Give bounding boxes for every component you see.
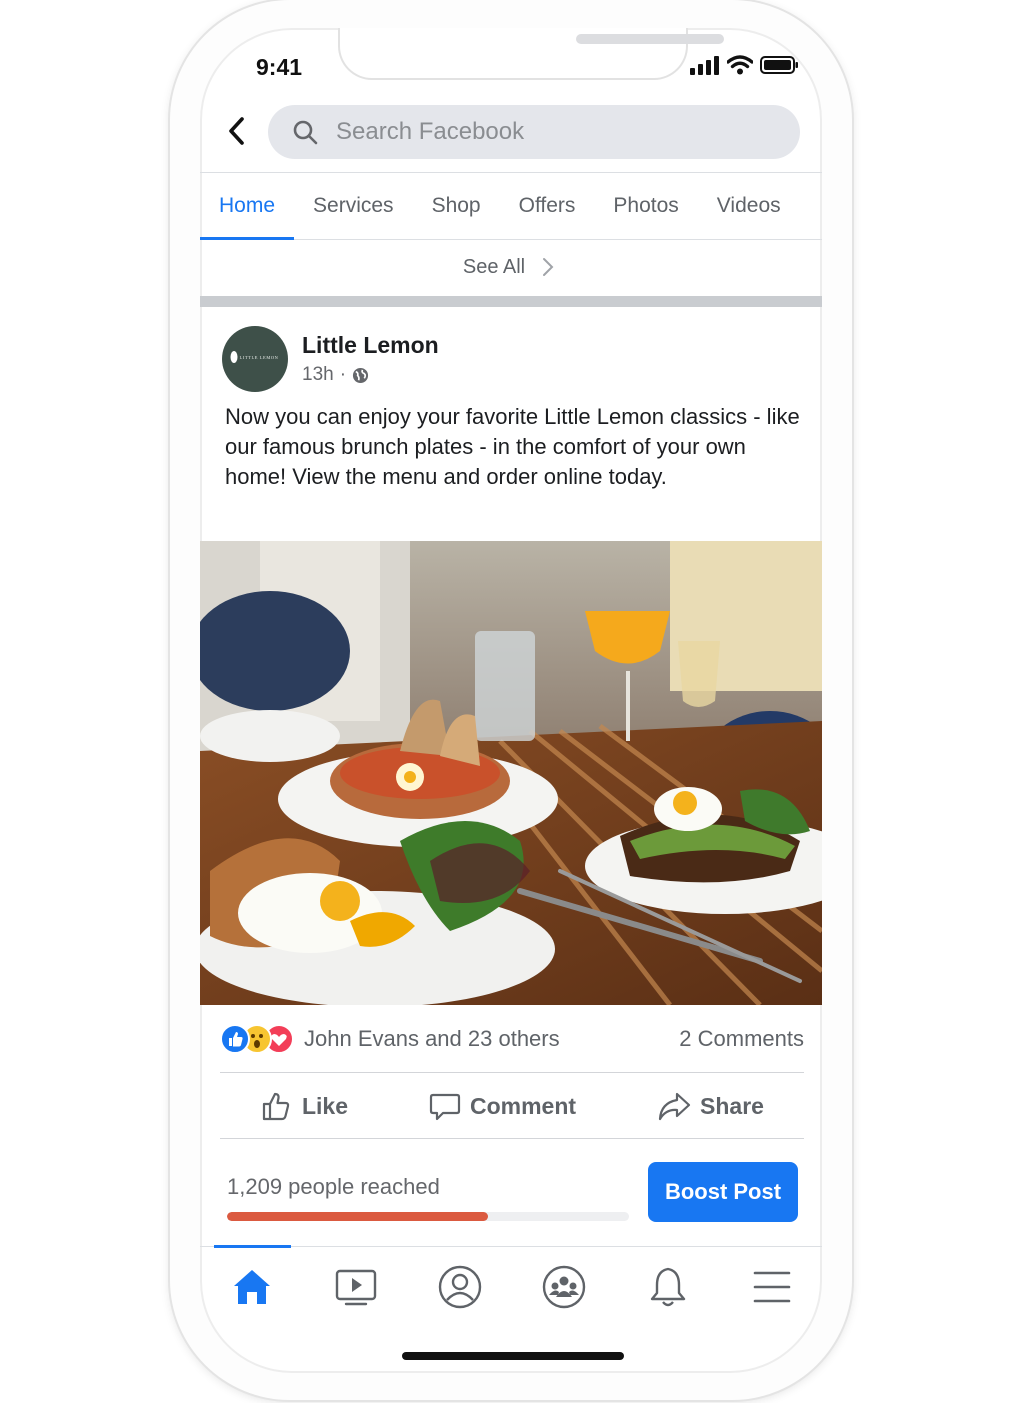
back-chevron-icon[interactable] (222, 116, 252, 146)
active-tab-indicator (214, 1245, 291, 1248)
see-all-label: See All (462, 255, 526, 278)
home-indicator (402, 1352, 624, 1360)
nav-watch[interactable] (326, 1261, 386, 1313)
status-icons (690, 55, 800, 75)
profile-icon (438, 1265, 482, 1309)
phone-screen: 9:41 Home Services Shop Off (200, 28, 822, 1373)
nav-profile[interactable] (430, 1261, 490, 1313)
notch (338, 28, 724, 80)
home-icon (234, 1270, 270, 1304)
comment-bubble-icon (429, 1093, 461, 1121)
watch-icon (335, 1269, 377, 1306)
share-label: Share (700, 1092, 764, 1119)
divider (220, 1138, 804, 1139)
tab-services[interactable]: Services (294, 173, 413, 239)
reach-progress-fill (227, 1212, 489, 1221)
like-button[interactable]: Like (260, 1089, 348, 1123)
post-text: Now you can enjoy your favorite Little L… (225, 404, 800, 489)
boost-post-button[interactable]: Boost Post (648, 1162, 798, 1222)
see-all-link[interactable]: See All (200, 239, 822, 295)
post-time: 13h (302, 364, 334, 385)
share-arrow-icon (658, 1092, 691, 1121)
signal-icon (690, 56, 719, 75)
groups-icon (542, 1265, 586, 1309)
comment-label: Comment (470, 1092, 577, 1119)
reaction-names: John Evans and 23 others (304, 1026, 560, 1051)
thumbs-up-icon (262, 1092, 290, 1121)
wifi-icon (727, 55, 753, 75)
post-meta: 13h · (302, 364, 369, 386)
search-bar[interactable] (268, 105, 800, 159)
status-time: 9:41 (256, 54, 303, 80)
brunch-photo (200, 541, 822, 1005)
nav-notifications[interactable] (638, 1261, 698, 1313)
logo-text: LITTLE LEMON (240, 355, 279, 360)
comments-count[interactable]: 2 Comments (679, 1026, 804, 1052)
people-reached: 1,209 people reached (227, 1174, 440, 1199)
chevron-right-icon (543, 258, 554, 276)
post-photo[interactable] (200, 541, 822, 1005)
reactions-summary[interactable]: John Evans and 23 others (220, 1024, 560, 1054)
speaker (576, 34, 724, 44)
post-actions: Like Comment Share (220, 1074, 804, 1138)
page-name[interactable]: Little Lemon (302, 332, 439, 359)
share-button[interactable]: Share (656, 1089, 764, 1123)
meta-separator: · (339, 364, 347, 385)
little-lemon-logo: LITTLE LEMON (230, 351, 279, 363)
tab-shop[interactable]: Shop (413, 173, 500, 239)
page-tabs: Home Services Shop Offers Photos Videos (200, 172, 822, 240)
tab-photos[interactable]: Photos (594, 173, 697, 239)
nav-menu[interactable] (742, 1261, 802, 1313)
tab-home[interactable]: Home (200, 173, 295, 240)
section-divider (200, 296, 822, 307)
reach-progress-bar (227, 1212, 629, 1221)
divider (220, 1072, 804, 1073)
search-icon (293, 120, 318, 145)
bottom-nav (200, 1245, 822, 1327)
battery-icon (760, 56, 798, 74)
comment-button[interactable]: Comment (428, 1089, 576, 1123)
page-avatar[interactable]: LITTLE LEMON (222, 326, 288, 392)
globe-icon (352, 367, 369, 383)
like-reaction-icon (220, 1024, 250, 1054)
notifications-icon (650, 1267, 686, 1307)
search-input[interactable] (334, 117, 738, 147)
like-label: Like (301, 1092, 349, 1119)
nav-groups[interactable] (534, 1261, 594, 1313)
tab-videos[interactable]: Videos (698, 173, 800, 239)
menu-icon (753, 1271, 791, 1303)
nav-home[interactable] (222, 1261, 282, 1313)
tab-offers[interactable]: Offers (500, 173, 595, 239)
